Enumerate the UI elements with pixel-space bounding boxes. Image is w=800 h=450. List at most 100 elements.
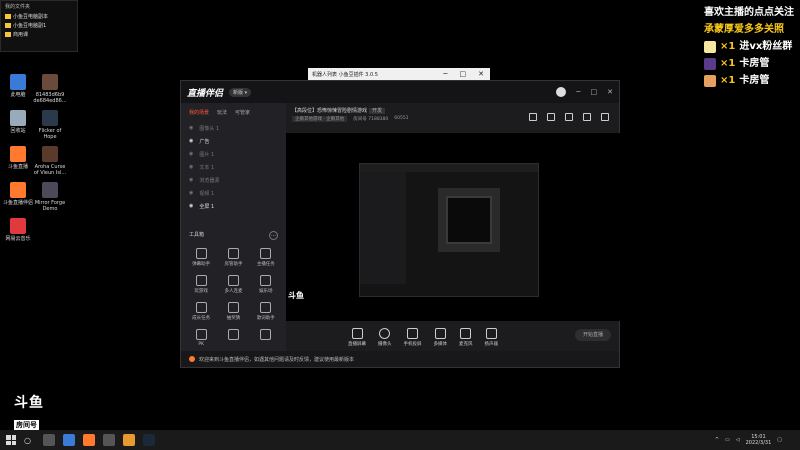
desktop-icon-douyu-companion[interactable]: 斗鱼直播伴侣 bbox=[1, 182, 35, 206]
speaker-button[interactable]: 扬声器 bbox=[485, 327, 498, 347]
folder-icon[interactable] bbox=[122, 434, 135, 446]
network-icon[interactable]: ▭ bbox=[725, 437, 730, 443]
volume-icon[interactable]: ◁ bbox=[736, 437, 740, 443]
scene-item[interactable]: ◉ 视频 1 bbox=[181, 187, 286, 200]
douyu-icon bbox=[10, 182, 26, 198]
bell-icon[interactable] bbox=[583, 113, 591, 121]
room-category[interactable]: 企鹅其他游戏 · 企鹅其他 bbox=[292, 116, 348, 122]
box-icon[interactable] bbox=[565, 113, 573, 121]
tool-icon bbox=[227, 302, 239, 313]
tool-button[interactable] bbox=[217, 329, 249, 347]
lock-icon[interactable] bbox=[547, 113, 555, 121]
screen-capture-button[interactable]: 直播屏幕 bbox=[348, 327, 366, 347]
gift-row: ×1 卡房管 bbox=[704, 72, 794, 89]
share-icon[interactable] bbox=[601, 113, 609, 121]
task-view-icon[interactable] bbox=[42, 434, 55, 446]
chevron-up-icon[interactable]: ^ bbox=[715, 437, 719, 443]
warning-icon bbox=[189, 356, 195, 362]
tool-button[interactable]: 多人连麦 bbox=[217, 275, 249, 294]
scene-item[interactable]: ◉ 图像头 1 bbox=[181, 122, 286, 135]
tool-button[interactable]: 弹幕助手 bbox=[185, 248, 217, 267]
avatar[interactable] bbox=[556, 87, 567, 97]
desktop-icon-recycle-bin[interactable]: 回收站 bbox=[1, 110, 35, 134]
desktop-icon-file[interactable]: 81483d6b9 de684ed86... bbox=[33, 74, 67, 104]
eye-icon[interactable]: ◉ bbox=[189, 164, 193, 171]
phone-cast-button[interactable]: 手机投屏 bbox=[404, 327, 422, 347]
tab-manager[interactable]: 可管家 bbox=[235, 109, 250, 116]
version-badge[interactable]: 新版 ▾ bbox=[229, 87, 252, 97]
search-icon[interactable]: ○ bbox=[24, 436, 31, 445]
close-icon[interactable]: ✕ bbox=[478, 70, 484, 78]
maximize-icon[interactable]: □ bbox=[460, 70, 467, 78]
steam-icon[interactable] bbox=[142, 434, 155, 446]
tool-icon bbox=[195, 302, 207, 313]
desktop-icon-douyu[interactable]: 斗鱼直播 bbox=[1, 146, 35, 170]
maximize-icon[interactable]: □ bbox=[591, 88, 598, 96]
stream-preview[interactable] bbox=[286, 133, 621, 321]
desktop-icon-netease-music[interactable]: 网易云音乐 bbox=[1, 218, 35, 242]
tool-button[interactable]: 主播任务 bbox=[250, 248, 282, 267]
toolbox-header: 工具箱… bbox=[189, 231, 278, 240]
douyu-icon[interactable] bbox=[82, 434, 95, 446]
plugin-window-titlebar[interactable]: 机器人列表 小鱼豆插件 3.0.5 ─ □ ✕ bbox=[308, 68, 490, 80]
tool-button[interactable]: PK bbox=[185, 329, 217, 347]
scene-item[interactable]: ◉ 浏览器源 bbox=[181, 174, 286, 187]
microphone-button[interactable]: 麦克风 bbox=[459, 327, 473, 347]
scene-item[interactable]: ◉ 文本 1 bbox=[181, 161, 286, 174]
douyu-watermark-small: 斗鱼 bbox=[288, 291, 304, 300]
media-button[interactable]: 多媒体 bbox=[434, 327, 447, 347]
gift-row: ×1 进vx粉丝群 bbox=[704, 38, 794, 55]
camera-button[interactable]: 摄像头 bbox=[378, 327, 392, 347]
start-stream-button[interactable]: 开始直播 bbox=[575, 329, 611, 341]
system-tray: ^ ▭ ◁ 15:01 2022/3/31 ▢ bbox=[715, 434, 800, 446]
notification-icon[interactable]: ▢ bbox=[777, 437, 782, 443]
tool-icon bbox=[227, 248, 239, 259]
sidebar-tabs: 我的场景 玩法 可管家 bbox=[181, 103, 286, 122]
eye-icon[interactable]: ◉ bbox=[189, 138, 193, 145]
tool-button[interactable]: 房管助手 bbox=[217, 248, 249, 267]
tool-button[interactable] bbox=[250, 329, 282, 347]
clock[interactable]: 15:01 2022/3/31 bbox=[746, 434, 772, 446]
tool-button[interactable]: 玩游戏 bbox=[185, 275, 217, 294]
more-icon[interactable]: … bbox=[269, 231, 278, 240]
monitor-icon bbox=[351, 327, 363, 339]
app-icon[interactable] bbox=[102, 434, 115, 446]
tool-button[interactable]: 成长任务 bbox=[185, 302, 217, 321]
eye-icon[interactable]: ◉ bbox=[189, 177, 193, 184]
scene-item[interactable]: ◉ 广告 bbox=[181, 135, 286, 148]
folder-item[interactable]: 小鱼豆电脑副1 bbox=[1, 21, 77, 30]
scene-item[interactable]: ◉ 图片 1 bbox=[181, 148, 286, 161]
eye-icon[interactable]: ◉ bbox=[189, 151, 193, 158]
windows-start-icon[interactable] bbox=[6, 435, 16, 445]
eye-icon[interactable]: ◉ bbox=[189, 190, 193, 197]
folder-item[interactable]: 商用课 bbox=[1, 30, 77, 39]
gift-row: ×1 卡房管 bbox=[704, 55, 794, 72]
overlay-line-thanks: 承蒙厚爱多多关照 bbox=[704, 24, 784, 35]
folder-item[interactable]: 小鱼豆电脑副本 bbox=[1, 12, 77, 21]
tool-icon bbox=[227, 275, 239, 286]
music-icon bbox=[10, 218, 26, 234]
tool-button[interactable]: 歌词助手 bbox=[250, 302, 282, 321]
eye-icon[interactable]: ◉ bbox=[189, 125, 193, 132]
eye-icon[interactable]: ◉ bbox=[189, 203, 193, 210]
minimize-icon[interactable]: ─ bbox=[443, 70, 447, 78]
room-header: 【高段位】恐怖惊悚冒险剧情游戏 开发 企鹅其他游戏 · 企鹅其他 房间号 7188… bbox=[286, 103, 619, 133]
tab-my-scenes[interactable]: 我的场景 bbox=[189, 109, 209, 116]
tool-button[interactable]: 娱乐场 bbox=[250, 275, 282, 294]
source-control-bar: 直播屏幕 摄像头 手机投屏 多媒体 麦克风 扬声器 bbox=[286, 321, 619, 353]
scene-item[interactable]: ◉ 全屏 1 bbox=[181, 200, 286, 213]
gift-icon[interactable] bbox=[529, 113, 537, 121]
tool-button[interactable]: 抽奖猜 bbox=[217, 302, 249, 321]
desktop-icon-game[interactable]: Mirror Forge Demo bbox=[33, 182, 67, 212]
room-title[interactable]: 【高段位】恐怖惊悚冒险剧情游戏 bbox=[292, 108, 367, 114]
room-tag[interactable]: 开发 bbox=[369, 108, 386, 114]
desktop-icon-game[interactable]: Aroha Curse of Vieun Isl... bbox=[33, 146, 67, 176]
desktop-icon-this-pc[interactable]: 此电脑 bbox=[1, 74, 35, 98]
tab-play[interactable]: 玩法 bbox=[217, 109, 227, 116]
browser-icon[interactable] bbox=[62, 434, 75, 446]
minimize-icon[interactable]: ─ bbox=[576, 88, 580, 96]
desktop-icon-game[interactable]: Flicker of Hope bbox=[33, 110, 67, 140]
folder-icon bbox=[5, 32, 11, 37]
close-icon[interactable]: ✕ bbox=[607, 88, 613, 96]
tool-icon bbox=[260, 302, 272, 313]
